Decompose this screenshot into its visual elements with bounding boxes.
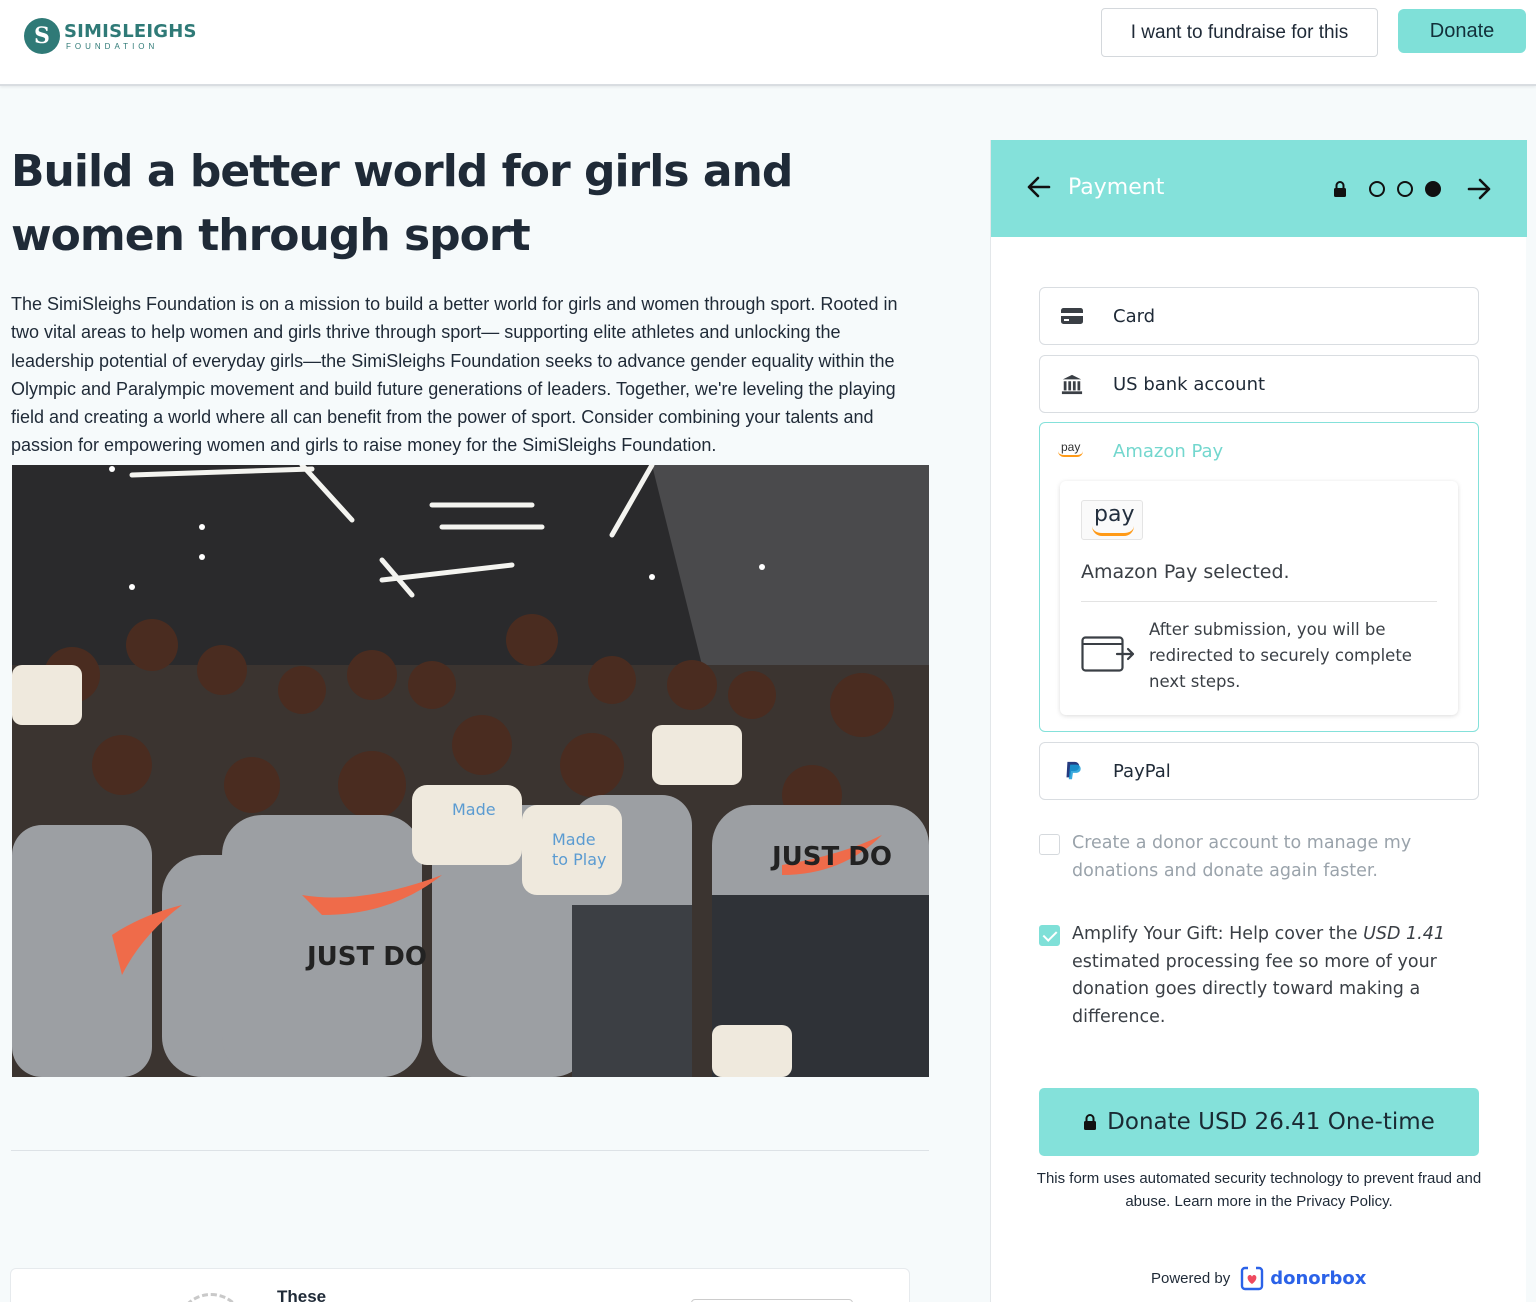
donor-account-label: Create a donor account to manage my dona… (1072, 833, 1412, 881)
credit-card-icon (1061, 308, 1083, 324)
fundraise-button[interactable]: I want to fundraise for this (1101, 8, 1378, 57)
page-title: Build a better world for girls and women… (11, 146, 793, 261)
logo-text: SIMISLEIGHS FOUNDATION (64, 21, 197, 51)
amazon-pay-redirect-note: After submission, you will be redirected… (1149, 620, 1412, 691)
form-step-title: Payment (1068, 175, 1165, 200)
svg-text:Made: Made (552, 830, 596, 849)
donate-header-button[interactable]: Donate (1398, 9, 1526, 53)
campaign-description: The SimiSleighs Foundation is on a missi… (11, 294, 898, 456)
donate-submit-label: Donate USD 26.41 One-time (1107, 1109, 1435, 1135)
avatar-placeholder (176, 1293, 246, 1302)
payment-option-bank-label: US bank account (1113, 374, 1266, 395)
paypal-icon (1066, 761, 1081, 780)
svg-text:JUST DO: JUST DO (770, 842, 892, 872)
amplify-gift-label: Amplify Your Gift: Help cover the USD 1.… (1072, 921, 1492, 1032)
payment-option-amazon-pay[interactable]: pay Amazon Pay pay Amazon Pay selected. … (1039, 422, 1479, 732)
payment-option-card[interactable]: Card (1039, 287, 1479, 345)
logo-mark-icon: S (24, 18, 60, 54)
campaign-photo-graphic: Made to Play Made JUST DO JUST DO (12, 465, 929, 1077)
amplify-fee-amount: USD 1.41 (1363, 924, 1446, 944)
amazon-smile-icon (1092, 526, 1134, 536)
forward-arrow-icon[interactable] (1467, 174, 1493, 204)
top-header: S SIMISLEIGHS FOUNDATION I want to fundr… (0, 0, 1536, 86)
amplify-text-pre: Amplify Your Gift: Help cover the (1072, 924, 1364, 944)
logo-name: SIMISLEIGHS (64, 21, 197, 42)
donorbox-logo-icon (1241, 1266, 1264, 1291)
fundraiser-card: These (10, 1268, 910, 1302)
foundation-logo[interactable]: S SIMISLEIGHS FOUNDATION (24, 18, 197, 54)
powered-by: Powered by donorbox (1151, 1265, 1366, 1291)
step-dot-3[interactable] (1425, 181, 1441, 197)
step-indicator (1369, 181, 1453, 197)
amplify-gift-checkbox[interactable] (1039, 925, 1060, 946)
logo-subtitle: FOUNDATION (66, 42, 159, 51)
step-dot-1[interactable] (1369, 181, 1385, 197)
content-divider (11, 1150, 929, 1151)
amazon-pay-logo: pay (1081, 500, 1143, 540)
payment-option-paypal[interactable]: PayPal (1039, 742, 1479, 800)
lock-icon (1334, 181, 1346, 197)
form-header: Payment (991, 140, 1527, 237)
donorbox-brand-link[interactable]: donorbox (1270, 1268, 1366, 1289)
donor-account-checkbox[interactable] (1039, 834, 1060, 855)
redirect-window-icon (1081, 636, 1135, 672)
amazon-pay-logo-text: pay (1094, 502, 1135, 527)
amazon-pay-details: pay Amazon Pay selected. After submissio… (1060, 481, 1458, 715)
bank-icon (1061, 374, 1083, 395)
amazon-pay-icon: pay (1058, 441, 1084, 457)
amazon-pay-divider (1081, 601, 1437, 602)
donate-submit-button[interactable]: Donate USD 26.41 One-time (1039, 1088, 1479, 1156)
fundraiser-card-text: These (277, 1287, 327, 1302)
amplify-text-post: estimated processing fee so more of your… (1072, 951, 1437, 1028)
payment-option-amazon-label: Amazon Pay (1113, 441, 1224, 462)
step-dot-2[interactable] (1397, 181, 1413, 197)
svg-text:JUST DO: JUST DO (305, 942, 427, 972)
campaign-photo: Made to Play Made JUST DO JUST DO (12, 465, 929, 1077)
payment-option-bank[interactable]: US bank account (1039, 355, 1479, 413)
lock-icon (1084, 1114, 1097, 1130)
payment-option-card-label: Card (1113, 306, 1156, 327)
payment-option-paypal-label: PayPal (1113, 761, 1171, 782)
donation-form: Payment Card US bank account pay Amazon … (990, 140, 1527, 1302)
svg-text:Made: Made (452, 800, 496, 819)
amazon-pay-selected-text: Amazon Pay selected. (1081, 561, 1290, 583)
svg-text:to Play: to Play (552, 850, 607, 869)
back-arrow-icon[interactable] (1025, 172, 1051, 202)
powered-by-text: Powered by (1151, 1269, 1231, 1287)
security-notice: This form uses automated security techno… (1036, 1170, 1482, 1210)
